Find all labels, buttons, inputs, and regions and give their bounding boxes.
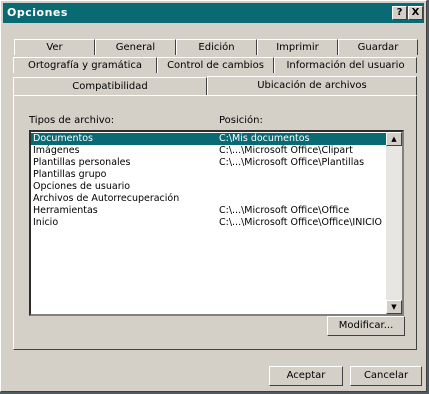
tab-ubicacion-archivos[interactable]: Ubicación de archivos: [207, 76, 417, 95]
tab-imprimir[interactable]: Imprimir: [257, 39, 338, 55]
list-item[interactable]: Plantillas personales C:\...\Microsoft O…: [31, 157, 387, 169]
list-item[interactable]: Documentos C:\Mis documentos: [31, 133, 387, 145]
tab-control-cambios[interactable]: Control de cambios: [157, 57, 274, 73]
help-button[interactable]: ?: [392, 6, 407, 20]
tab-ortografia[interactable]: Ortografía y gramática: [13, 57, 157, 73]
list-item[interactable]: Plantillas grupo: [31, 169, 387, 181]
scroll-up-icon[interactable]: ▲: [386, 132, 402, 146]
file-locations-panel: Tipos de archivo: Posición: Documentos C…: [13, 95, 417, 350]
tab-guardar[interactable]: Guardar: [338, 39, 418, 55]
cancel-button[interactable]: Cancelar: [350, 366, 422, 386]
tab-ver[interactable]: Ver: [14, 39, 95, 55]
list-item[interactable]: Archivos de Autorrecuperación: [31, 193, 387, 205]
location-label: Posición:: [219, 115, 263, 126]
vertical-scrollbar[interactable]: ▲ ▼: [386, 132, 402, 314]
file-locations-list[interactable]: Documentos C:\Mis documentos Imágenes C:…: [29, 130, 404, 316]
tab-compatibilidad[interactable]: Compatibilidad: [13, 77, 207, 95]
close-button[interactable]: X: [408, 6, 423, 20]
tab-informacion-usuario[interactable]: Información del usuario: [274, 57, 417, 73]
window-title: Opciones: [7, 6, 68, 19]
list-item[interactable]: Herramientas C:\...\Microsoft Office\Off…: [31, 205, 387, 217]
scroll-down-icon[interactable]: ▼: [386, 300, 402, 314]
tab-edicion[interactable]: Edición: [176, 39, 257, 55]
list-item[interactable]: Inicio C:\...\Microsoft Office\Office\IN…: [31, 217, 387, 229]
modify-button[interactable]: Modificar...: [327, 316, 405, 336]
list-item[interactable]: Opciones de usuario: [31, 181, 387, 193]
list-item[interactable]: Imágenes C:\...\Microsoft Office\Clipart: [31, 145, 387, 157]
accept-button[interactable]: Aceptar: [269, 366, 343, 386]
file-types-label: Tipos de archivo:: [29, 115, 115, 126]
tab-row-1: Ver General Edición Imprimir Guardar: [14, 39, 418, 55]
title-bar[interactable]: Opciones ? X: [3, 3, 424, 23]
tab-row-2: Ortografía y gramática Control de cambio…: [13, 57, 417, 73]
tab-row-3: Compatibilidad Ubicación de archivos: [13, 76, 417, 95]
tab-general[interactable]: General: [95, 39, 176, 55]
options-dialog: Opciones ? X Ver General Edición Imprimi…: [0, 0, 427, 392]
